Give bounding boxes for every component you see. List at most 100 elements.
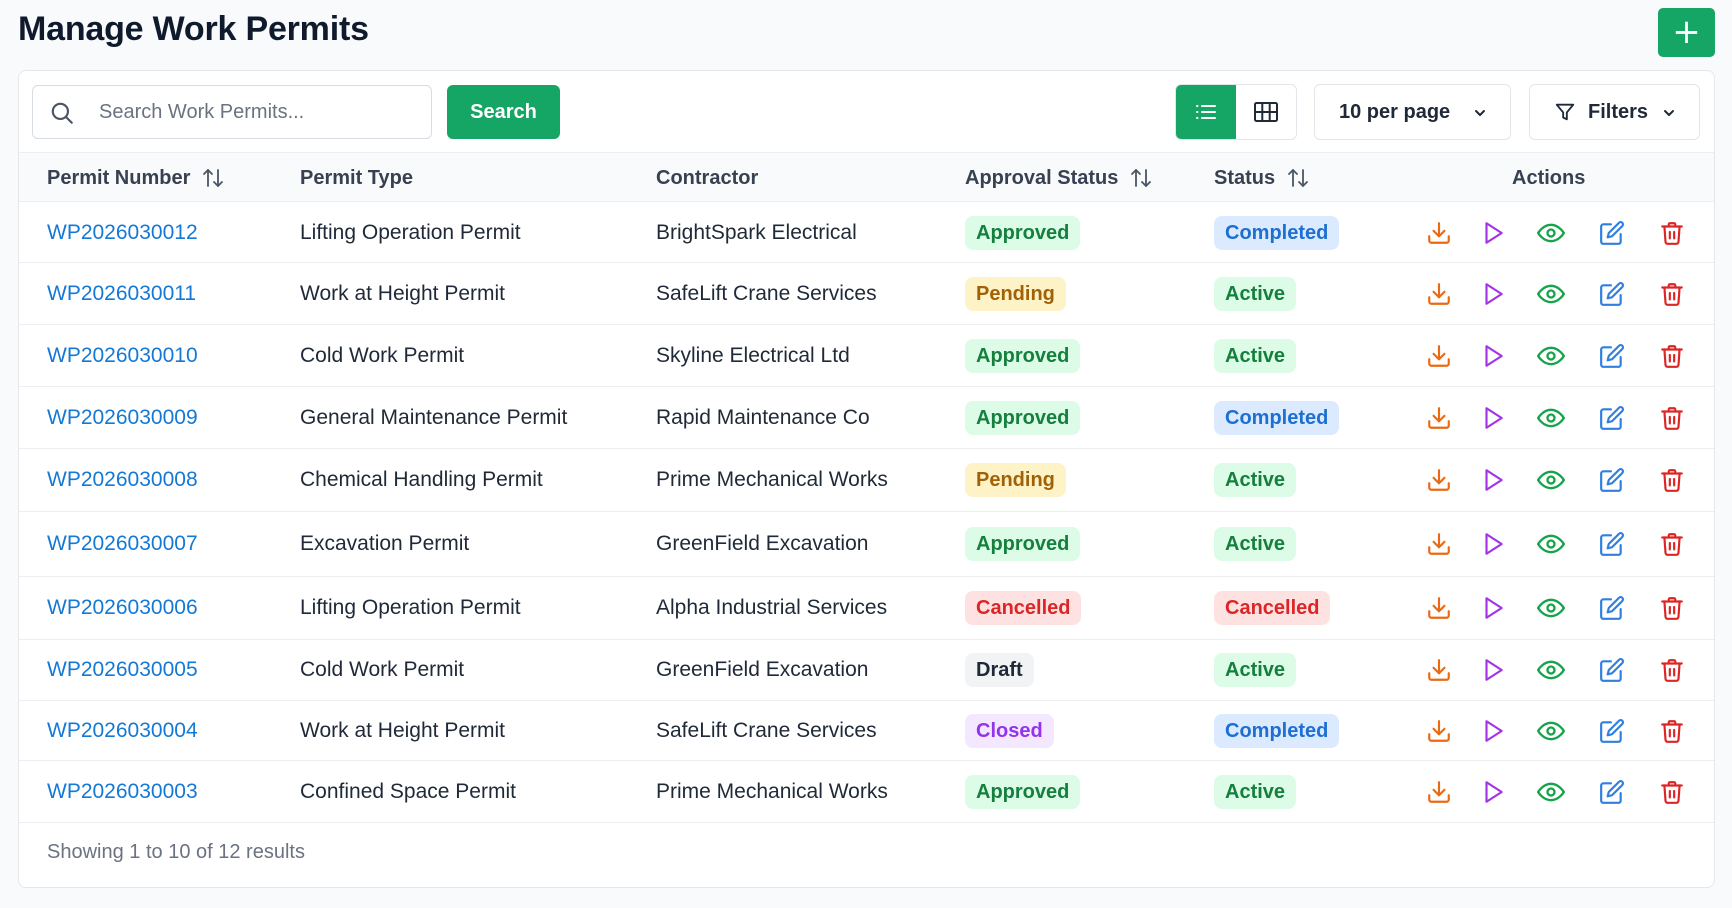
delete-button[interactable] (1658, 530, 1686, 558)
play-button[interactable] (1479, 717, 1507, 745)
pagination-summary: Showing 1 to 10 of 12 results (47, 841, 305, 863)
play-button[interactable] (1479, 466, 1507, 494)
col-header-actions: Actions (1512, 166, 1586, 189)
play-button[interactable] (1479, 530, 1507, 558)
download-button[interactable] (1425, 717, 1453, 745)
table-row: WP2026030004 Work at Height Permit SafeLif… (19, 701, 1714, 761)
filters-label: Filters (1588, 100, 1649, 123)
table-row: WP2026030006 Lifting Operation Permit Alph… (19, 577, 1714, 640)
view-button[interactable] (1537, 342, 1565, 370)
download-icon (1426, 220, 1452, 246)
edit-button[interactable] (1598, 594, 1626, 622)
search-box[interactable] (32, 85, 432, 139)
edit-button[interactable] (1598, 778, 1626, 806)
edit-icon (1599, 467, 1625, 493)
actions-cell (19, 449, 1714, 511)
edit-button[interactable] (1598, 717, 1626, 745)
edit-icon (1599, 595, 1625, 621)
view-button[interactable] (1537, 530, 1565, 558)
edit-button[interactable] (1598, 342, 1626, 370)
view-button[interactable] (1537, 594, 1565, 622)
play-button[interactable] (1479, 280, 1507, 308)
per-page-select[interactable]: 10 per page (1314, 84, 1511, 140)
filters-button[interactable]: Filters (1529, 84, 1700, 140)
delete-button[interactable] (1658, 594, 1686, 622)
table-row: WP2026030007 Excavation Permit GreenField … (19, 512, 1714, 577)
edit-icon (1599, 657, 1625, 683)
view-button[interactable] (1537, 404, 1565, 432)
grid-view-button[interactable] (1236, 85, 1296, 139)
trash-icon (1659, 595, 1685, 621)
play-button[interactable] (1479, 342, 1507, 370)
delete-button[interactable] (1658, 656, 1686, 684)
delete-button[interactable] (1658, 778, 1686, 806)
actions-cell (19, 325, 1714, 386)
table-row: WP2026030009 General Maintenance Permit Ra… (19, 387, 1714, 449)
edit-icon (1599, 718, 1625, 744)
play-button[interactable] (1479, 778, 1507, 806)
edit-button[interactable] (1598, 656, 1626, 684)
play-button[interactable] (1479, 656, 1507, 684)
play-icon (1480, 531, 1506, 557)
delete-button[interactable] (1658, 404, 1686, 432)
play-button[interactable] (1479, 219, 1507, 247)
view-button[interactable] (1537, 778, 1565, 806)
add-permit-button[interactable]: + (1658, 8, 1715, 57)
actions-cell (19, 761, 1714, 822)
col-header-approval-status[interactable]: Approval Status (965, 153, 1152, 203)
edit-button[interactable] (1598, 219, 1626, 247)
view-button[interactable] (1537, 656, 1565, 684)
download-button[interactable] (1425, 342, 1453, 370)
download-button[interactable] (1425, 404, 1453, 432)
edit-button[interactable] (1598, 466, 1626, 494)
download-icon (1426, 467, 1452, 493)
trash-icon (1659, 343, 1685, 369)
list-view-button[interactable] (1176, 85, 1236, 139)
play-icon (1480, 657, 1506, 683)
search-button[interactable]: Search (447, 85, 560, 139)
play-button[interactable] (1479, 594, 1507, 622)
edit-icon (1599, 220, 1625, 246)
view-button[interactable] (1537, 466, 1565, 494)
search-icon (51, 102, 73, 124)
download-button[interactable] (1425, 656, 1453, 684)
delete-button[interactable] (1658, 219, 1686, 247)
view-button[interactable] (1537, 717, 1565, 745)
play-button[interactable] (1479, 404, 1507, 432)
view-button[interactable] (1537, 280, 1565, 308)
edit-button[interactable] (1598, 404, 1626, 432)
col-header-status[interactable]: Status (1214, 153, 1309, 203)
page-title: Manage Work Permits (18, 10, 369, 48)
view-button[interactable] (1537, 219, 1565, 247)
download-button[interactable] (1425, 778, 1453, 806)
search-input[interactable] (99, 86, 419, 138)
eye-icon (1537, 219, 1565, 247)
table-row: WP2026030012 Lifting Operation Permit Brig… (19, 203, 1714, 263)
play-icon (1480, 220, 1506, 246)
chevron-down-icon (1664, 110, 1674, 116)
edit-icon (1599, 343, 1625, 369)
trash-icon (1659, 405, 1685, 431)
download-button[interactable] (1425, 280, 1453, 308)
list-icon (1196, 105, 1216, 119)
col-header-permit-number[interactable]: Permit Number (47, 153, 224, 203)
play-icon (1480, 343, 1506, 369)
eye-icon (1537, 656, 1565, 684)
view-toggle (1175, 84, 1297, 140)
table-row: WP2026030005 Cold Work Permit GreenField E… (19, 640, 1714, 701)
download-button[interactable] (1425, 530, 1453, 558)
download-button[interactable] (1425, 219, 1453, 247)
actions-cell (19, 203, 1714, 262)
play-icon (1480, 281, 1506, 307)
trash-icon (1659, 467, 1685, 493)
sort-icon (1288, 169, 1309, 187)
download-button[interactable] (1425, 466, 1453, 494)
delete-button[interactable] (1658, 466, 1686, 494)
delete-button[interactable] (1658, 280, 1686, 308)
delete-button[interactable] (1658, 717, 1686, 745)
download-button[interactable] (1425, 594, 1453, 622)
delete-button[interactable] (1658, 342, 1686, 370)
trash-icon (1659, 281, 1685, 307)
edit-button[interactable] (1598, 280, 1626, 308)
edit-button[interactable] (1598, 530, 1626, 558)
